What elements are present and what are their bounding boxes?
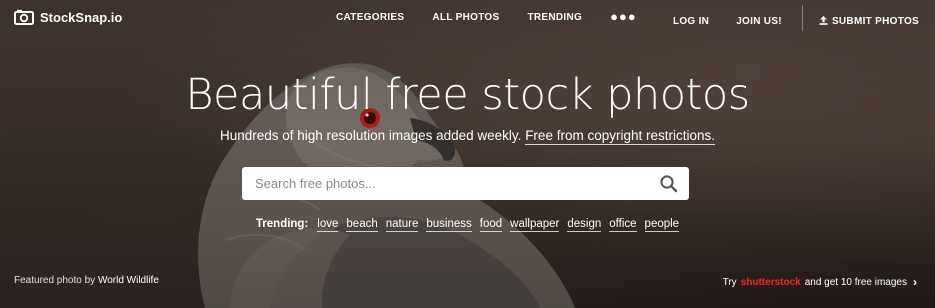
hero-subtitle: Hundreds of high resolution images added… — [0, 128, 935, 145]
search-box — [242, 167, 689, 200]
logo-text: StockSnap.io — [40, 9, 123, 25]
trending-tag-love[interactable]: love — [317, 218, 339, 232]
trending-tag-business[interactable]: business — [426, 218, 472, 232]
account-nav: LOG IN JOIN US! SUBMIT PHOTOS — [673, 5, 919, 31]
promo-prefix: Try — [722, 276, 737, 288]
search-icon[interactable] — [659, 174, 679, 194]
logo-link[interactable]: StockSnap.io — [14, 9, 122, 25]
top-nav: StockSnap.io CATEGORIES ALL PHOTOS TREND… — [0, 0, 935, 35]
trending-tag-food[interactable]: food — [479, 218, 503, 232]
login-link[interactable]: LOG IN — [673, 16, 709, 27]
trending-tags: Trending: love beach nature business foo… — [0, 218, 935, 232]
trending-tag-office[interactable]: office — [609, 218, 637, 232]
nav-divider — [801, 5, 803, 31]
more-dots-icon[interactable]: ●●● — [610, 9, 637, 24]
search-input[interactable] — [242, 167, 642, 200]
trending-tag-nature[interactable]: nature — [385, 218, 419, 232]
trending-tag-beach[interactable]: beach — [346, 218, 378, 232]
nav-all-photos[interactable]: ALL PHOTOS — [432, 12, 499, 24]
nav-categories[interactable]: CATEGORIES — [336, 12, 404, 24]
trending-tag-people[interactable]: people — [644, 218, 680, 232]
nav-trending[interactable]: TRENDING — [527, 12, 582, 24]
submit-photos-button[interactable]: SUBMIT PHOTOS — [819, 15, 919, 28]
hero-title: Beautiful free stock photos — [185, 70, 750, 120]
promo-brand: shutterstock — [740, 276, 801, 288]
shutterstock-promo[interactable]: Try shutterstock and get 10 free images … — [723, 275, 917, 289]
camera-icon — [14, 9, 34, 25]
subtitle-text: Hundreds of high resolution images added… — [219, 128, 522, 143]
main-nav: CATEGORIES ALL PHOTOS TRENDING ●●● — [336, 9, 637, 24]
chevron-right-icon: › — [913, 275, 917, 289]
credit-prefix: Featured photo by — [14, 275, 96, 286]
photo-credit: Featured photo by World Wildlife — [14, 275, 159, 286]
trending-tag-design[interactable]: design — [567, 218, 602, 232]
copyright-link[interactable]: Free from copyright restrictions. — [525, 128, 715, 145]
hero-overlay — [0, 0, 935, 308]
trending-label: Trending: — [255, 218, 309, 230]
hero-background — [0, 0, 935, 308]
credit-author-link[interactable]: World Wildlife — [98, 275, 159, 286]
join-link[interactable]: JOIN US! — [736, 16, 782, 27]
submit-photos-label: SUBMIT PHOTOS — [831, 16, 919, 27]
promo-suffix: and get 10 free images — [804, 276, 907, 288]
trending-tag-wallpaper[interactable]: wallpaper — [510, 218, 560, 232]
upload-icon — [819, 15, 828, 28]
